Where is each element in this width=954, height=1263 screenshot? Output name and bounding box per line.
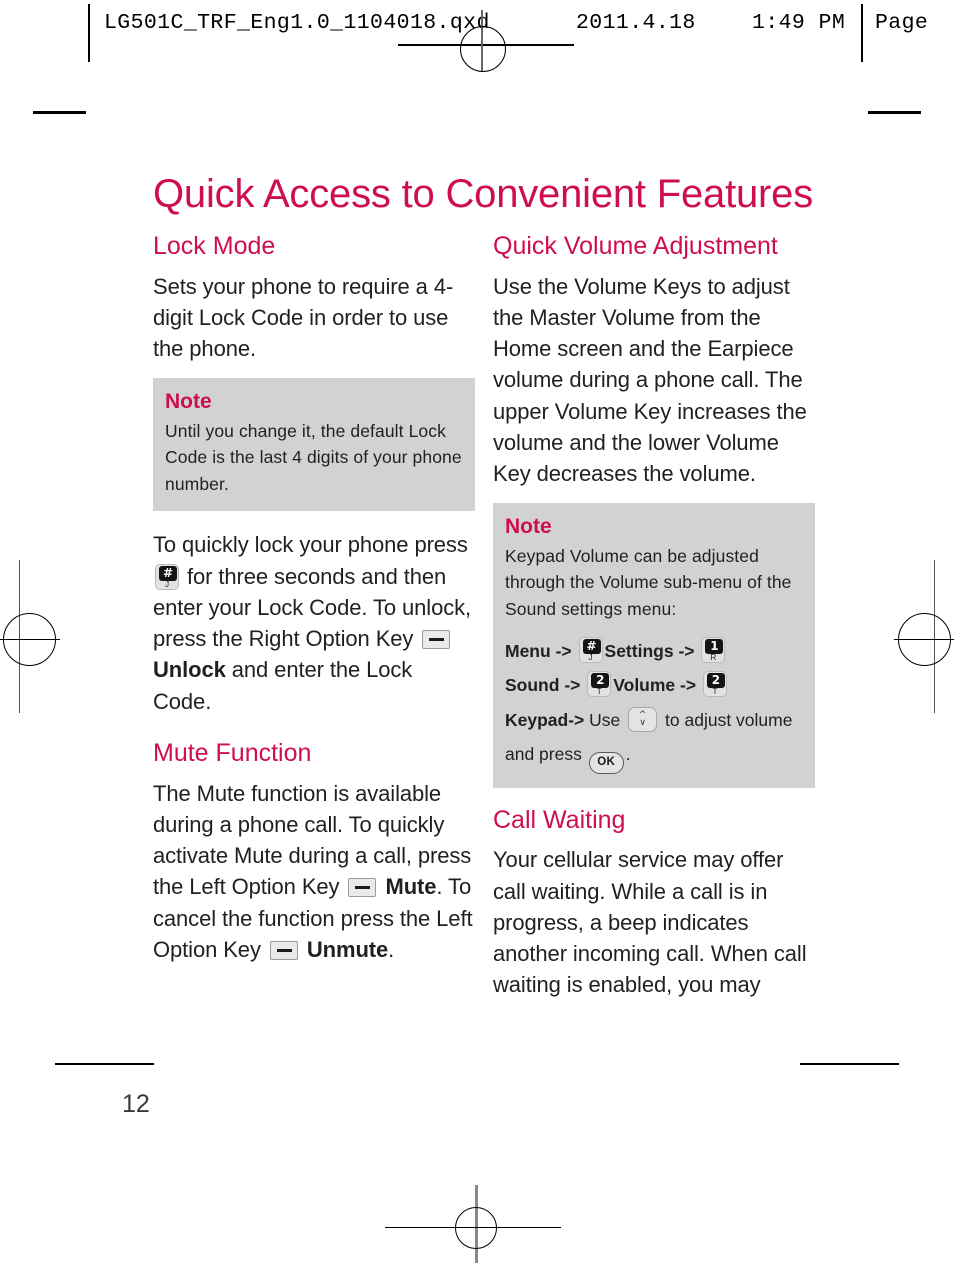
section-heading-mute-function: Mute Function [153,738,312,767]
note-menu-path-steps: Menu -> # J Settings -> 1 R Sound -> 2 T… [505,634,803,774]
hash-key-sub: J [588,652,593,663]
numeric-key-1r-icon: 1 R [701,637,726,664]
mute-text-part3: . [388,936,395,962]
call-waiting-text: Your cellular service may offer call wai… [493,847,807,998]
key-sub-r: R [710,652,717,663]
menu-path-label-keypad: Keypad [505,709,569,730]
menu-path-target-settings: Settings [604,641,674,662]
ok-key-icon: OK [588,751,624,774]
section-heading-quick-volume: Quick Volume Adjustment [493,232,778,260]
unmute-label: Unmute [306,936,389,962]
lock-instructions-part1: To quickly lock your phone press [153,532,468,558]
menu-path-arrow-2: -> [678,641,695,662]
menu-path-arrow-3: -> [564,675,581,696]
page-number: 12 [122,1090,150,1118]
numeric-key-2t-icon-2: 2 T [702,671,727,698]
section-heading-lock-mode: Lock Mode [153,232,276,260]
nav-up-down-key-icon: ^ ∨ [628,706,658,732]
note-title: Note [165,390,212,414]
key-sub-t: T [596,686,602,697]
note-body-text: Until you change it, the default Lock Co… [165,420,462,494]
keypad-period: . [625,743,631,764]
right-option-key-icon [422,630,451,650]
note-body-text-2: Keypad Volume can be adjusted through th… [505,545,792,619]
left-option-key-icon [348,878,377,898]
hash-key-icon: # J [155,563,179,590]
note-box-quick-volume: Note Keypad Volume can be adjusted throu… [493,503,815,788]
numeric-key-2t-icon: 2 T [587,671,612,698]
manual-page: Quick Access to Convenient Features Lock… [0,0,954,1263]
unlock-label: Unlock [153,657,226,683]
menu-path-arrow-1: -> [555,641,572,662]
key-sub-t2: T [712,686,718,697]
hash-key-icon-menu: # J [578,637,603,664]
menu-path-row-2: Sound -> 2 T Volume -> 2 T [505,668,803,702]
left-option-key-icon-2 [269,940,298,960]
section-heading-call-waiting: Call Waiting [493,805,626,834]
menu-path-row-1: Menu -> # J Settings -> 1 R [505,634,803,668]
note-title-2: Note [505,515,552,539]
mute-function-paragraph: The Mute function is available during a … [153,778,475,965]
menu-path-arrow-5: -> [568,709,585,730]
page-title: Quick Access to Convenient Features [153,171,813,216]
left-column: Lock Mode Sets your phone to require a 4… [153,232,475,965]
menu-path-arrow-4: -> [680,675,697,696]
menu-path-label-menu: Menu [505,641,551,662]
keypad-use-text: Use [589,709,621,730]
menu-path-label-sound: Sound [505,675,560,696]
note-box-lock-mode: Note Until you change it, the default Lo… [153,378,475,512]
menu-path-row-3: Keypad-> Use ^ ∨ to adjust volume and pr… [505,703,803,774]
lock-mode-intro-text: Sets your phone to require a 4-digit Loc… [153,273,454,362]
lock-instructions-paragraph: To quickly lock your phone press # J for… [153,529,475,716]
quick-volume-text: Use the Volume Keys to adjust the Master… [493,273,807,487]
hash-key-sub: J [164,578,170,589]
menu-path-target-volume: Volume [613,675,676,696]
chevron-down-icon: ∨ [639,717,646,728]
right-column: Quick Volume Adjustment Use the Volume K… [493,232,815,1001]
mute-label: Mute [385,874,437,900]
